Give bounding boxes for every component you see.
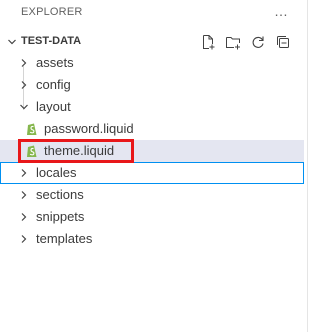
tree-item-label: snippets <box>36 209 85 224</box>
tree-item-label: layout <box>36 99 71 114</box>
chevron-down-icon <box>20 104 28 110</box>
panel-title: EXPLORER <box>21 6 83 18</box>
chevron-right-icon <box>21 191 27 199</box>
tree-item-theme-liquid[interactable]: theme.liquid <box>0 140 304 162</box>
collapse-all-icon <box>277 36 289 48</box>
chevron-right-icon <box>21 235 27 243</box>
tree-item-templates[interactable]: templates <box>0 228 304 250</box>
new-folder-icon <box>226 37 240 50</box>
new-file-button[interactable] <box>199 33 217 51</box>
chevron-right-icon <box>21 169 27 177</box>
refresh-button[interactable] <box>249 33 267 51</box>
tree-item-assets[interactable]: assets <box>0 52 304 74</box>
tree-item-label: assets <box>36 55 74 70</box>
liquid-file-icon <box>27 145 37 157</box>
chevron-right-icon <box>21 81 27 89</box>
tree-item-config[interactable]: config <box>0 74 304 96</box>
workspace-name: TEST-DATA <box>21 35 82 47</box>
tree-item-locales[interactable]: locales <box>0 162 304 184</box>
chevron-right-icon <box>21 59 27 67</box>
tree-item-layout[interactable]: layout <box>0 96 304 118</box>
tree-item-label: locales <box>36 165 77 180</box>
explorer-header: EXPLORER … <box>0 0 304 26</box>
tree-item-sections[interactable]: sections <box>0 184 304 206</box>
tree-item-label: sections <box>36 187 84 202</box>
tree-item-password-liquid[interactable]: password.liquid <box>0 118 304 140</box>
chevron-down-icon <box>8 39 16 45</box>
chevron-right-icon <box>21 213 27 221</box>
file-tree: assets config layout password.liquid the… <box>0 52 304 250</box>
workspace-actions <box>199 33 292 51</box>
more-actions-icon[interactable]: … <box>274 4 288 18</box>
new-folder-button[interactable] <box>224 33 242 51</box>
liquid-file-icon <box>27 123 37 135</box>
new-file-icon <box>203 35 215 50</box>
tree-item-label: templates <box>36 231 93 246</box>
workspace-section-header[interactable]: TEST-DATA <box>0 31 304 53</box>
tree-item-label: config <box>36 77 71 92</box>
explorer-panel: EXPLORER … TEST-DATA assets config layou… <box>0 0 308 332</box>
tree-item-label: theme.liquid <box>44 143 115 158</box>
collapse-all-button[interactable] <box>274 33 292 51</box>
tree-item-snippets[interactable]: snippets <box>0 206 304 228</box>
tree-item-label: password.liquid <box>44 121 134 136</box>
refresh-icon <box>252 36 264 48</box>
